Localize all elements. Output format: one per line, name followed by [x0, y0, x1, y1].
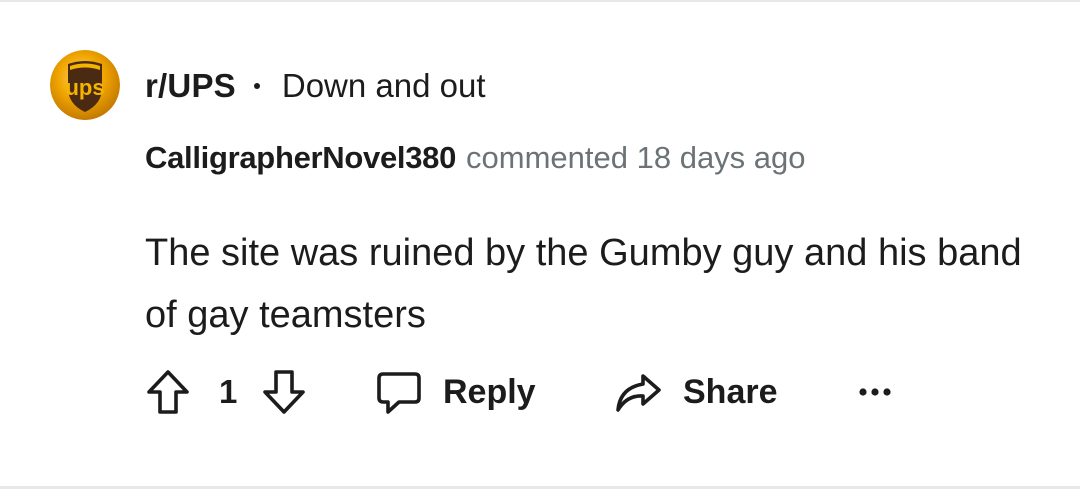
comment-timestamp: commented 18 days ago — [466, 140, 806, 175]
upvote-button[interactable] — [145, 362, 191, 422]
comment-card: ups r/UPS Down and out CalligrapherNovel… — [0, 0, 1080, 489]
top-divider — [0, 0, 1080, 2]
comment-meta: CalligrapherNovel380 commented 18 days a… — [145, 136, 806, 180]
vote-count: 1 — [219, 373, 238, 410]
more-options-button[interactable] — [858, 362, 892, 422]
svg-text:ups: ups — [65, 75, 104, 100]
share-button[interactable]: Share — [613, 362, 778, 422]
share-label: Share — [683, 372, 778, 411]
reply-label: Reply — [443, 372, 536, 411]
arrow-down-icon — [263, 370, 305, 414]
comment-body: The site was ruined by the Gumby guy and… — [145, 232, 1022, 336]
comment-actions: 1 Reply Share — [145, 362, 1045, 422]
ups-logo-icon: ups — [50, 50, 120, 120]
subreddit-name[interactable]: r/UPS — [145, 67, 236, 105]
ellipsis-icon — [859, 388, 891, 396]
speech-bubble-icon — [377, 372, 421, 414]
reply-button[interactable]: Reply — [375, 362, 536, 422]
downvote-button[interactable] — [261, 362, 307, 422]
post-title[interactable]: Down and out — [282, 67, 486, 105]
arrow-up-icon — [147, 370, 189, 414]
subreddit-avatar[interactable]: ups — [50, 50, 120, 120]
separator-dot — [253, 83, 260, 89]
share-arrow-icon — [616, 374, 661, 412]
post-header: r/UPS Down and out — [145, 64, 486, 108]
comment-author[interactable]: CalligrapherNovel380 — [145, 140, 456, 176]
